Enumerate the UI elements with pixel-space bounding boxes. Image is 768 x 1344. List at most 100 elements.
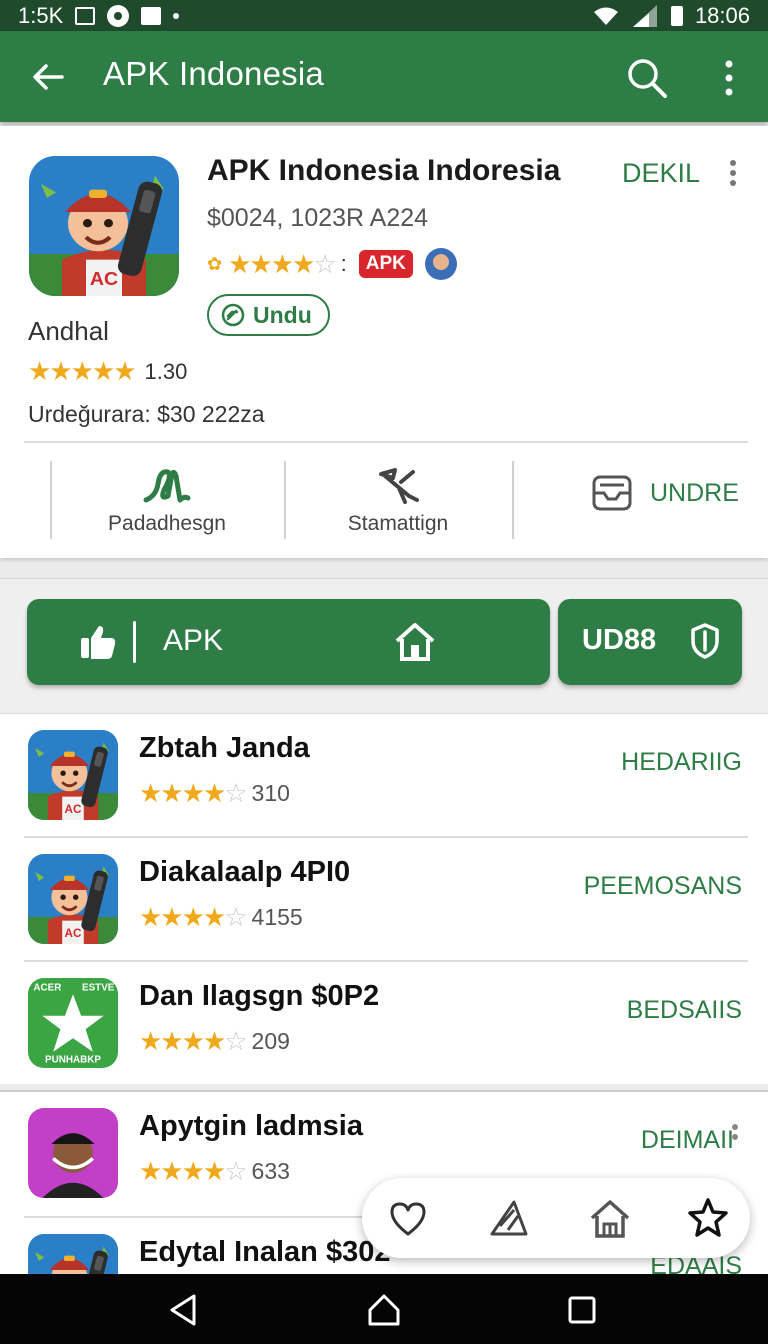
app-name: Dan Ilagsgn $0P2	[139, 980, 380, 1012]
app-bar: APK Indonesia	[0, 31, 768, 122]
avatar	[28, 1108, 118, 1198]
thumbs-up-icon	[81, 626, 116, 659]
action-undre[interactable]: UNDRE	[590, 471, 739, 515]
status-bar-left: 1:5K	[18, 2, 180, 29]
green-star-logo-icon: ACER ESTVE PUNHABKP	[28, 978, 118, 1068]
app-rating: ★★★★☆ 310	[139, 778, 290, 809]
screenshot-icon	[75, 6, 96, 25]
star-rating: ★★★★☆	[139, 778, 248, 808]
recents-nav-icon[interactable]	[564, 1292, 600, 1328]
wifi-icon	[593, 7, 618, 25]
app-list: Zbtah Janda ★★★★☆ 310 HEDARIIG Diakalaal…	[0, 714, 768, 1084]
app-tag[interactable]: DEKIL	[622, 158, 700, 189]
apk-badge: APK	[358, 250, 413, 278]
search-icon[interactable]	[624, 55, 670, 101]
star-rating: ★★★★★	[28, 356, 137, 386]
status-bar: 1:5K 18:06	[0, 0, 768, 31]
app-name: Zbtah Janda	[139, 732, 310, 764]
list-item[interactable]: Diakalaalp 4PI0 ★★★★☆ 4155 PEEMOSANS	[0, 838, 768, 960]
shield-icon	[691, 623, 719, 659]
app-rating: ★★★★☆ 4155	[139, 902, 303, 933]
send-icon[interactable]	[488, 1196, 532, 1240]
action-label: Padadhesgn	[108, 512, 226, 535]
star-rating: ★★★★☆	[139, 1026, 248, 1056]
signature-icon	[143, 469, 191, 503]
divider	[24, 441, 748, 443]
star-rating: ★★★★☆	[139, 902, 248, 932]
signal-icon	[632, 4, 657, 27]
home-nav-icon[interactable]	[366, 1292, 402, 1328]
app-icon	[29, 156, 179, 296]
app-title: APK Indonesia Indoresia	[207, 154, 561, 187]
more-vert-icon[interactable]	[730, 1122, 740, 1146]
image-icon	[141, 6, 162, 25]
check-circle-icon	[221, 303, 245, 327]
paw-icon: ✿	[207, 253, 223, 274]
app-name: Edytal Inalan $302	[139, 1236, 391, 1268]
back-arrow-icon[interactable]	[28, 57, 68, 97]
developer-avatar[interactable]	[424, 248, 457, 280]
upgrade-info: Urdeğurara: $30 222za	[28, 401, 265, 427]
action-padadhesgn[interactable]: Padadhesgn	[60, 461, 274, 541]
logo-text: ACER	[33, 983, 61, 994]
star-rating: ★★★★☆	[228, 248, 337, 279]
action-label: UNDRE	[650, 478, 739, 507]
app-detail-card: APK Indonesia Indoresia $0024, 1023R A22…	[0, 126, 768, 558]
status-text: 1:5K	[18, 2, 64, 28]
star-icon[interactable]	[686, 1196, 730, 1240]
app-label: Andhal	[28, 316, 109, 346]
list-item[interactable]: Zbtah Janda ★★★★☆ 310 HEDARIIG	[0, 714, 768, 836]
divider	[133, 621, 136, 663]
app-icon	[28, 854, 118, 944]
rating-count: 633	[251, 1158, 290, 1184]
heart-icon[interactable]	[386, 1196, 430, 1240]
action-row: Padadhesgn Stamattign UNDRE	[0, 461, 768, 541]
apk-button[interactable]: APK	[27, 599, 550, 685]
home-icon	[395, 623, 435, 661]
pin-tool-icon	[379, 468, 419, 504]
list-item[interactable]: ACER ESTVE PUNHABKP Dan Ilagsgn $0P2 ★★★…	[0, 962, 768, 1084]
ud88-label: UD88	[582, 624, 657, 656]
inbox-icon	[592, 475, 632, 511]
action-stamattign[interactable]: Stamattign	[292, 461, 504, 541]
star-rating: ★★★★☆	[139, 1156, 248, 1186]
logo-text: ESTVE	[82, 983, 115, 994]
system-nav-bar	[0, 1274, 768, 1344]
app-rating: ★★★★☆ 209	[139, 1026, 290, 1057]
notification-circle-icon	[107, 4, 130, 27]
logo-text: PUNHABKP	[45, 1055, 101, 1066]
app-name: Diakalaalp 4PI0	[139, 856, 351, 888]
dot-icon	[173, 12, 180, 19]
divider	[284, 461, 286, 539]
app-tag[interactable]: PEEMOSANS	[584, 872, 742, 901]
clock: 18:06	[694, 2, 750, 28]
more-vert-icon[interactable]	[726, 158, 740, 188]
rating-summary: ★★★★★ 1.30	[28, 356, 187, 387]
rating-count: 310	[251, 780, 290, 806]
download-label: Undu	[253, 301, 312, 328]
floating-dock	[362, 1178, 750, 1258]
home-icon[interactable]	[588, 1196, 632, 1240]
rating-count: 209	[251, 1028, 290, 1054]
download-button[interactable]: Undu	[207, 294, 330, 336]
app-tag[interactable]: HEDARIIG	[621, 748, 742, 777]
apk-button-label: APK	[163, 624, 224, 657]
divider	[50, 461, 52, 539]
rating-count: 4155	[251, 904, 303, 930]
battery-icon	[670, 5, 683, 26]
app-rating-row: ✿ ★★★★☆ : APK	[207, 248, 457, 280]
app-rating: ★★★★☆ 633	[139, 1156, 290, 1187]
ud88-button[interactable]: UD88	[558, 599, 742, 685]
divider	[512, 461, 514, 539]
app-subtitle: $0024, 1023R A224	[207, 204, 429, 232]
back-nav-icon[interactable]	[166, 1292, 202, 1328]
app-bar-title: APK Indonesia	[103, 55, 324, 92]
status-bar-right: 18:06	[593, 3, 750, 29]
more-vert-icon[interactable]	[716, 57, 742, 99]
app-tag[interactable]: BEDSAIIS	[627, 996, 742, 1025]
app-tag[interactable]: DEIMAII	[641, 1126, 734, 1155]
action-label: Stamattign	[347, 512, 449, 535]
app-name: Apytgin ladmsia	[139, 1110, 363, 1142]
action-bar-section: APK UD88	[0, 578, 768, 714]
app-icon	[28, 730, 118, 820]
